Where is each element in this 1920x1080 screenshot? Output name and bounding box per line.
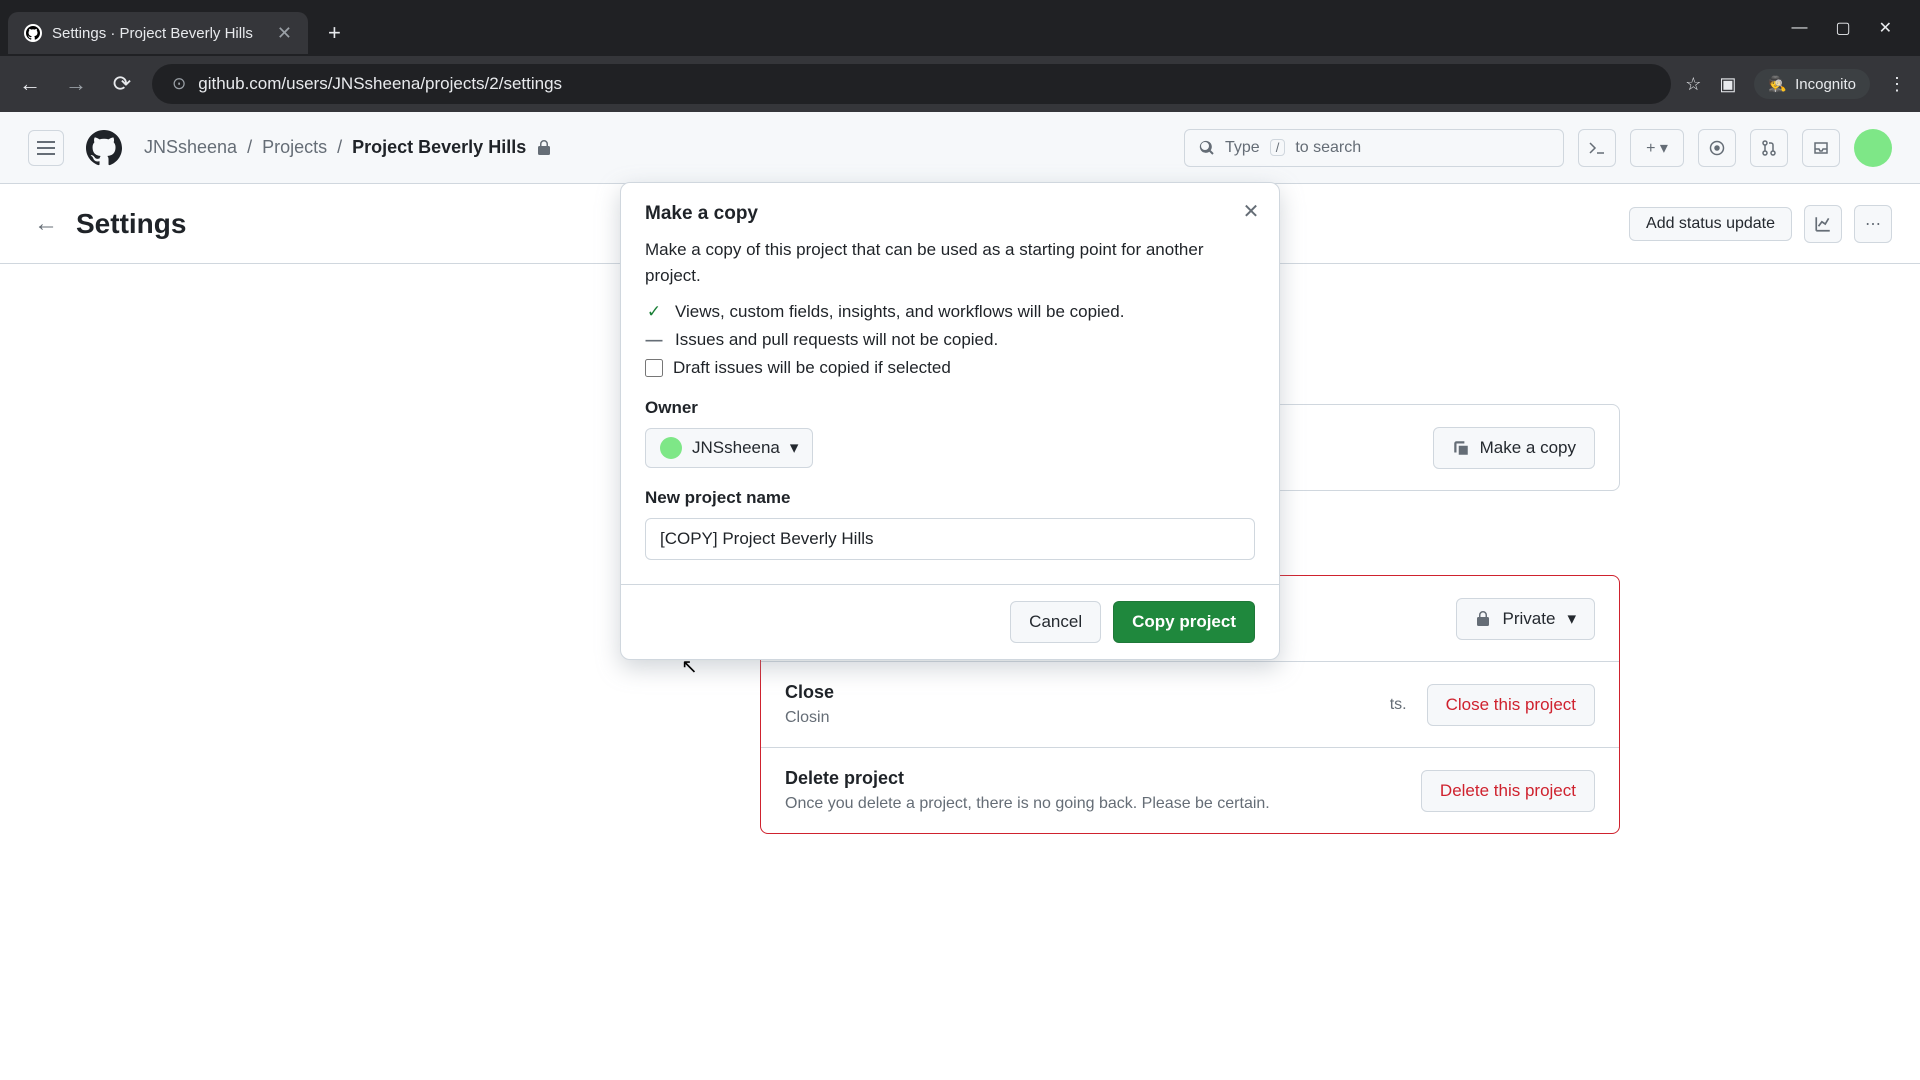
browser-menu-icon[interactable]: ⋮: [1888, 74, 1906, 95]
copy-excludes-text: Issues and pull requests will not be cop…: [675, 330, 998, 350]
window-controls: — ▢ ✕: [1791, 18, 1912, 38]
back-icon[interactable]: ←: [14, 71, 46, 97]
browser-tab-strip: Settings · Project Beverly Hills ✕ + — ▢…: [0, 0, 1920, 56]
check-icon: ✓: [645, 302, 663, 322]
owner-select[interactable]: JNSsheena ▾: [645, 428, 813, 468]
copy-project-button[interactable]: Copy project: [1113, 601, 1255, 643]
project-name-input[interactable]: [645, 518, 1255, 560]
close-tab-icon[interactable]: ✕: [277, 23, 292, 44]
maximize-icon[interactable]: ▢: [1835, 18, 1850, 38]
make-copy-modal: ✕ Make a copy Make a copy of this projec…: [620, 182, 1280, 660]
modal-overlay: ✕ Make a copy Make a copy of this projec…: [0, 112, 1920, 1080]
browser-tab[interactable]: Settings · Project Beverly Hills ✕: [8, 12, 308, 54]
owner-label: Owner: [645, 398, 1255, 418]
reload-icon[interactable]: ⟳: [106, 71, 138, 97]
minimize-icon[interactable]: —: [1791, 19, 1807, 37]
new-tab-button[interactable]: +: [316, 20, 353, 46]
close-window-icon[interactable]: ✕: [1879, 18, 1892, 38]
owner-avatar: [660, 437, 682, 459]
incognito-icon: 🕵: [1768, 75, 1787, 93]
modal-title: Make a copy: [645, 203, 1255, 225]
chevron-down-icon: ▾: [790, 438, 799, 458]
draft-issues-checkbox-label[interactable]: Draft issues will be copied if selected: [645, 358, 1255, 378]
cancel-button[interactable]: Cancel: [1010, 601, 1101, 643]
url-field[interactable]: ⊙ github.com/users/JNSsheena/projects/2/…: [152, 64, 1671, 104]
modal-close-button[interactable]: ✕: [1233, 193, 1269, 229]
github-favicon: [24, 24, 42, 42]
draft-issues-checkbox[interactable]: [645, 359, 663, 377]
panel-icon[interactable]: ▣: [1719, 74, 1736, 95]
dash-icon: —: [645, 330, 663, 350]
url-text: github.com/users/JNSsheena/projects/2/se…: [198, 74, 562, 94]
tab-title: Settings · Project Beverly Hills: [52, 25, 253, 42]
bookmark-icon[interactable]: ☆: [1685, 74, 1701, 95]
site-info-icon[interactable]: ⊙: [172, 74, 186, 94]
forward-icon[interactable]: →: [60, 71, 92, 97]
modal-description: Make a copy of this project that can be …: [645, 237, 1255, 288]
incognito-badge[interactable]: 🕵 Incognito: [1754, 69, 1870, 99]
copy-includes-text: Views, custom fields, insights, and work…: [675, 302, 1124, 322]
address-bar: ← → ⟳ ⊙ github.com/users/JNSsheena/proje…: [0, 56, 1920, 112]
project-name-label: New project name: [645, 488, 1255, 508]
